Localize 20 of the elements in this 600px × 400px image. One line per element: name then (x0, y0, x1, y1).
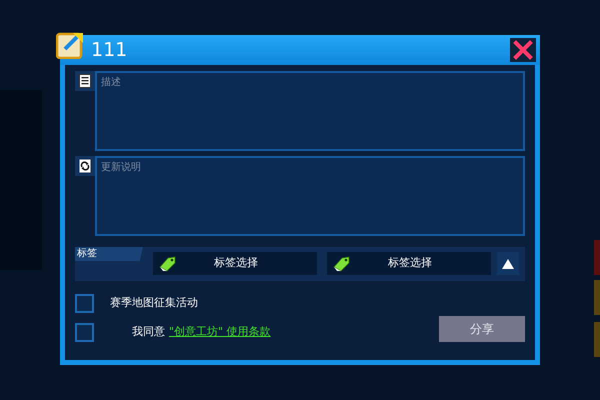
triangle-up-icon (502, 258, 514, 268)
terms-link[interactable]: "创意工坊" 使用条款 (169, 324, 271, 340)
close-icon (513, 40, 533, 60)
checkbox[interactable] (75, 322, 94, 342)
tag-select-button[interactable]: 标签选择 (327, 252, 491, 275)
checkbox-label: 赛季地图征集活动 (110, 294, 198, 311)
tag-icon (159, 256, 177, 272)
tags-label: 标签 (75, 247, 143, 261)
refresh-icon (79, 159, 91, 173)
text-area[interactable]: 描述 (95, 71, 525, 151)
text-area[interactable]: 更新说明 (95, 156, 525, 236)
agreement-text: 我同意 (132, 324, 165, 340)
window-title: 111 (91, 40, 128, 60)
expand-button[interactable] (497, 252, 519, 275)
edit-icon (56, 31, 84, 59)
document-icon (79, 74, 91, 88)
tag-select-button[interactable]: 标签选择 (153, 252, 317, 275)
close-button[interactable] (510, 38, 536, 62)
checkbox[interactable] (75, 294, 94, 312)
tag-icon (333, 256, 351, 272)
